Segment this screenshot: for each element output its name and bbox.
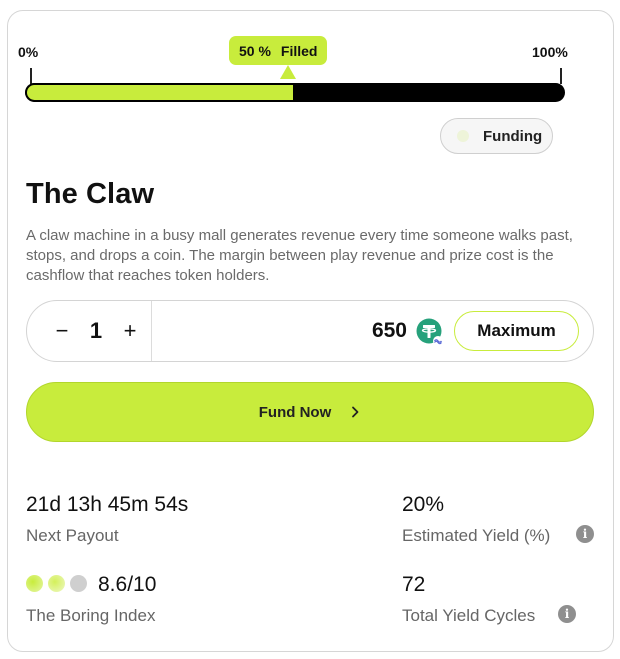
- status-label: Funding: [483, 127, 543, 145]
- total-yield-cycles-value: 72: [402, 573, 426, 596]
- quantity-increment-button[interactable]: +: [119, 319, 141, 343]
- boring-index-dot-full-icon: [26, 575, 43, 592]
- maximum-button[interactable]: Maximum: [454, 311, 579, 351]
- purchase-amount-bar: − 1 + 650 Maximum: [26, 300, 594, 362]
- quantity-value[interactable]: 1: [85, 319, 107, 343]
- quantity-decrement-button[interactable]: −: [51, 319, 73, 343]
- progress-bar: [25, 83, 565, 102]
- progress-tick-end: [560, 68, 562, 84]
- filled-percentage-badge: 50 % Filled: [229, 36, 328, 65]
- tether-usdt-icon: [416, 318, 444, 346]
- badge-pointer-icon: [280, 65, 296, 79]
- total-yield-cycles-label: Total Yield Cycles: [402, 606, 536, 625]
- filled-percent: 50 %: [239, 42, 271, 59]
- next-payout-label: Next Payout: [26, 526, 119, 545]
- fund-now-button[interactable]: Fund Now: [26, 382, 594, 442]
- status-dot-icon: [457, 130, 469, 142]
- boring-index-label: The Boring Index: [26, 606, 156, 625]
- progress-min-label: 0%: [18, 44, 39, 60]
- estimated-yield-info-icon[interactable]: i: [576, 525, 594, 543]
- boring-index-dots: [26, 575, 87, 592]
- project-title: The Claw: [26, 178, 155, 210]
- filled-label: Filled: [280, 42, 318, 59]
- progress-max-label: 100%: [532, 44, 568, 60]
- quantity-divider: [151, 301, 152, 361]
- progress-bar-fill: [25, 83, 295, 102]
- boring-index-dot-partial-icon: [48, 575, 65, 592]
- status-badge: Funding: [440, 118, 553, 154]
- total-yield-cycles-info-icon[interactable]: i: [558, 605, 576, 623]
- amount-value: 650: [371, 319, 407, 342]
- boring-index-dot-empty-icon: [70, 575, 87, 592]
- estimated-yield-value: 20%: [402, 493, 445, 516]
- project-description: A claw machine in a busy mall generates …: [26, 227, 573, 284]
- boring-index-value: 8.6/10: [98, 573, 157, 596]
- chevron-right-icon: [352, 406, 359, 418]
- fund-now-label: Fund Now: [258, 403, 332, 421]
- next-payout-value: 21d 13h 45m 54s: [26, 493, 189, 516]
- progress-tick-start: [30, 68, 32, 84]
- estimated-yield-label: Estimated Yield (%): [402, 526, 551, 545]
